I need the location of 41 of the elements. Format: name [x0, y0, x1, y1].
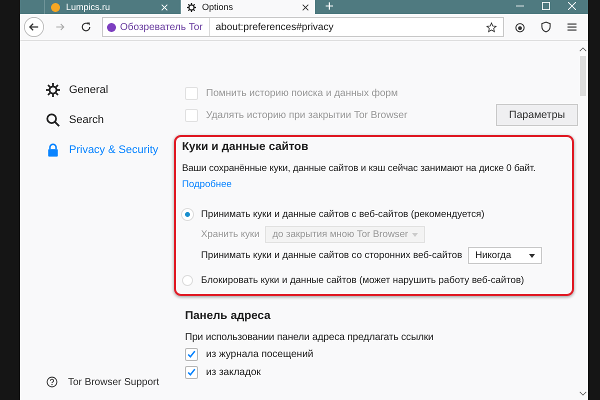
field-label: Принимать куки и данные сайтов со сторонних веб-сайтов — [201, 250, 462, 261]
search-icon — [46, 113, 60, 127]
description-text: При использовании панели адреса предлагать ссылки — [185, 332, 434, 343]
description-text: Ваши сохранённые куки, данные сайтов и кэш сейчас занимают на диске 0 байт. — [182, 163, 536, 174]
settings-button[interactable]: Параметры — [496, 104, 578, 126]
new-tab-button[interactable]: + — [321, 0, 338, 14]
checkbox[interactable] — [185, 366, 198, 378]
address-bar[interactable]: Обозреватель Tor about:preferences#privacy — [102, 17, 504, 37]
scroll-down-icon[interactable] — [579, 391, 587, 396]
bookmark-star-icon[interactable] — [486, 22, 497, 32]
support-link[interactable]: Tor Browser Support — [46, 376, 160, 388]
category-item[interactable]: Search — [46, 111, 104, 129]
radio-label: Блокировать куки и данные сайтов (может нарушить работу веб-сайтов) — [201, 274, 524, 286]
help-icon — [46, 376, 58, 388]
scroll-up-icon[interactable] — [579, 47, 587, 52]
radio-button[interactable] — [182, 274, 193, 286]
third-party-dropdown[interactable]: Никогда — [468, 247, 542, 264]
gear-icon — [187, 2, 196, 12]
category-item[interactable]: General — [46, 81, 108, 99]
back-button[interactable] — [24, 17, 44, 37]
close-icon[interactable] — [568, 2, 576, 10]
section-heading: Куки и данные сайтов — [182, 141, 308, 155]
shield-icon[interactable] — [540, 21, 552, 33]
checkbox-label: Удалять историю при закрытии Tor Browser — [206, 110, 408, 120]
browser-tab[interactable]: Options — [180, 0, 315, 14]
checkbox[interactable] — [185, 348, 198, 360]
lock-icon — [46, 143, 60, 157]
section-heading: Панель адреса — [185, 310, 270, 324]
site-favicon-icon — [51, 2, 60, 12]
checkbox-label: из закладок — [206, 366, 261, 378]
radio-label: Принимать куки и данные сайтов с веб-сайтов (рекомендуется) — [201, 208, 484, 220]
checkbox-label: из журнала посещений — [206, 348, 314, 360]
field-label: Хранить куки — [201, 229, 260, 240]
checkbox-label: Помнить историю поиска и данных форм — [206, 88, 398, 98]
menu-icon[interactable] — [566, 21, 578, 33]
reload-icon[interactable] — [80, 21, 92, 33]
maximize-icon[interactable] — [542, 2, 550, 10]
close-tab-icon[interactable] — [302, 4, 309, 10]
url-text: about:preferences#privacy — [214, 22, 334, 32]
gear-icon — [46, 83, 60, 97]
site-identity[interactable]: Обозреватель Tor — [103, 18, 210, 36]
